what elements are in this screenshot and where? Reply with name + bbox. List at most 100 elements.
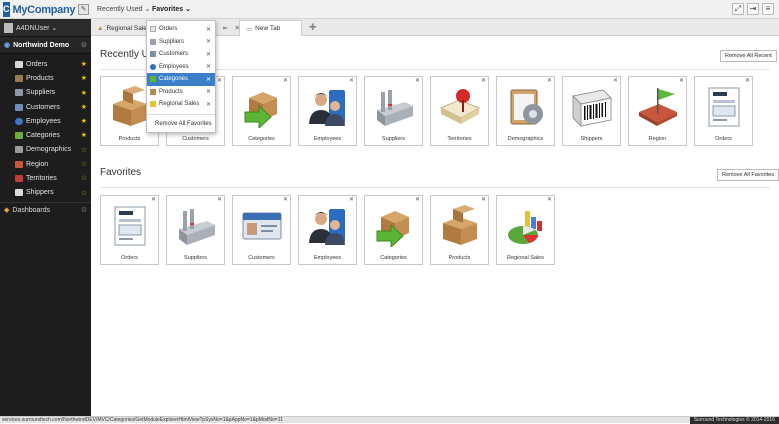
gear-icon[interactable]: ⚙ (81, 41, 87, 49)
shippers-barcode-icon (571, 89, 613, 128)
recent-tile-orders[interactable]: ✕ Orders (694, 76, 753, 146)
close-icon[interactable]: ✕ (151, 196, 156, 203)
user-menu[interactable]: A4DNUser ⌄ (0, 19, 91, 37)
close-icon[interactable]: ✕ (481, 196, 486, 203)
recent-tile-region[interactable]: ✕ Region (628, 76, 687, 146)
star-icon[interactable]: ★ (81, 60, 87, 68)
star-icon[interactable]: ★ (81, 89, 87, 97)
employees-people-icon (309, 90, 345, 126)
recent-tile-employees[interactable]: ✕ Employees (298, 76, 357, 146)
favorites-dropdown: Orders ✕ Suppliers ✕ Customers ✕ Employees ✕… (146, 20, 216, 133)
page-icon: ▭ (246, 25, 253, 33)
star-outline-icon[interactable]: ☆ (81, 146, 87, 154)
dropdown-item-orders[interactable]: Orders ✕ (147, 23, 215, 36)
module-header[interactable]: ◉ Northwind Demo ⚙ (0, 37, 91, 54)
favorite-tile-products[interactable]: ✕ Products (430, 195, 489, 265)
star-outline-icon[interactable]: ☆ (81, 160, 87, 168)
add-tab-icon[interactable]: ✚ (309, 22, 317, 33)
status-bar: services.surroundtech.com/NorthwindDEV/M… (0, 416, 779, 424)
regional-sales-chart-icon (508, 211, 542, 244)
recent-tile-demographics[interactable]: ✕ Demographics (496, 76, 555, 146)
edit-icon[interactable]: ✎ (78, 4, 89, 15)
close-icon[interactable]: ✕ (745, 77, 750, 84)
favorite-tile-orders[interactable]: ✕ Orders (100, 195, 159, 265)
company-logo[interactable]: C MyCompany (3, 2, 76, 17)
close-icon[interactable]: ✕ (206, 101, 211, 108)
tab-new-tab[interactable]: ▭ New Tab (239, 20, 302, 36)
recent-tile-territories[interactable]: ✕ Territories (430, 76, 489, 146)
close-icon[interactable]: ✕ (206, 63, 211, 70)
sidebar-item-customers[interactable]: Customers ★ (0, 100, 91, 114)
close-icon[interactable]: ✕ (217, 77, 222, 84)
dropdown-item-customers[interactable]: Customers ✕ (147, 48, 215, 61)
close-icon[interactable]: ✕ (206, 51, 211, 58)
products-icon (15, 74, 23, 82)
favorite-tile-employees[interactable]: ✕ Employees (298, 195, 357, 265)
remove-all-favorites-button[interactable]: Remove All Favorites (717, 169, 779, 181)
close-icon[interactable]: ✕ (283, 196, 288, 203)
star-icon[interactable]: ★ (81, 131, 87, 139)
sidebar-item-employees[interactable]: Employees ★ (0, 114, 91, 128)
dropdown-item-regional-sales[interactable]: Regional Sales ✕ (147, 98, 215, 111)
dropdown-item-employees[interactable]: Employees ✕ (147, 61, 215, 74)
star-outline-icon[interactable]: ☆ (81, 174, 87, 182)
sidebar-item-categories[interactable]: Categories ★ (0, 128, 91, 142)
favorite-tile-suppliers[interactable]: ✕ Suppliers (166, 195, 225, 265)
divider (147, 113, 215, 115)
gear-icon[interactable]: ⚙ (81, 206, 87, 214)
close-icon[interactable]: ✕ (415, 196, 420, 203)
menu-icon[interactable]: ≡ (762, 3, 774, 15)
sidebar-item-demographics[interactable]: Demographics ☆ (0, 143, 91, 157)
star-outline-icon[interactable]: ☆ (81, 189, 87, 197)
star-icon[interactable]: ★ (81, 74, 87, 82)
recent-tile-shippers[interactable]: ✕ Shippers (562, 76, 621, 146)
favorites-menu[interactable]: Favorites ⌄ (152, 5, 191, 13)
close-icon[interactable]: ✕ (349, 196, 354, 203)
fullscreen-icon[interactable]: ⤢ (732, 3, 744, 15)
sidebar-item-region[interactable]: Region ☆ (0, 157, 91, 171)
globe-icon: ◉ (4, 42, 11, 49)
sidebar-item-orders[interactable]: Orders ★ (0, 57, 91, 71)
dashboard-icon: ◆ (4, 207, 10, 215)
star-icon[interactable]: ★ (81, 103, 87, 111)
dropdown-remove-all-favorites[interactable]: Remove All Favorites (147, 118, 215, 130)
sidebar-item-territories[interactable]: Territories ☆ (0, 171, 91, 185)
favorite-tile-customers[interactable]: ✕ Customers (232, 195, 291, 265)
close-icon[interactable]: ✕ (206, 88, 211, 95)
close-icon[interactable]: ✕ (206, 38, 211, 45)
close-icon[interactable]: ✕ (547, 77, 552, 84)
close-icon[interactable]: ✕ (613, 77, 618, 84)
categories-icon (15, 132, 23, 140)
close-icon[interactable]: ✕ (206, 76, 211, 83)
close-icon[interactable]: ✕ (349, 77, 354, 84)
dropdown-item-suppliers[interactable]: Suppliers ✕ (147, 36, 215, 49)
recent-tile-suppliers[interactable]: ✕ Suppliers (364, 76, 423, 146)
tab-nav-icon[interactable]: ⇤ (223, 24, 228, 32)
suppliers-icon (15, 89, 23, 97)
territories-map-pin-icon (439, 89, 481, 124)
close-icon[interactable]: ✕ (206, 26, 211, 33)
sidebar-item-suppliers[interactable]: Suppliers ★ (0, 86, 91, 100)
recently-used-menu[interactable]: Recently Used ⌄ (97, 5, 150, 13)
close-icon[interactable]: ✕ (217, 196, 222, 203)
close-icon[interactable]: ✕ (283, 77, 288, 84)
dropdown-item-products[interactable]: Products ✕ (147, 86, 215, 99)
customers-icon (15, 103, 23, 111)
close-icon[interactable]: ✕ (547, 196, 552, 203)
suppliers-factory-icon (179, 209, 215, 245)
star-icon[interactable]: ★ (81, 117, 87, 125)
favorite-tile-categories[interactable]: ✕ Categories (364, 195, 423, 265)
sidebar-item-dashboards[interactable]: ◆ Dashboards ⚙ (0, 201, 91, 218)
dropdown-item-categories[interactable]: Categories ✕ (147, 73, 215, 86)
close-icon[interactable]: ✕ (679, 77, 684, 84)
avatar (4, 22, 13, 33)
customers-icon (150, 51, 156, 58)
close-icon[interactable]: ✕ (481, 77, 486, 84)
sidebar-item-shippers[interactable]: Shippers ☆ (0, 186, 91, 200)
favorite-tile-regional-sales[interactable]: ✕ Regional Sales (496, 195, 555, 265)
recent-tile-categories[interactable]: ✕ Categories (232, 76, 291, 146)
sidebar-item-products[interactable]: Products ★ (0, 71, 91, 85)
remove-all-recent-button[interactable]: Remove All Recent (720, 50, 777, 62)
logout-icon[interactable]: ⇥ (747, 3, 759, 15)
close-icon[interactable]: ✕ (415, 77, 420, 84)
